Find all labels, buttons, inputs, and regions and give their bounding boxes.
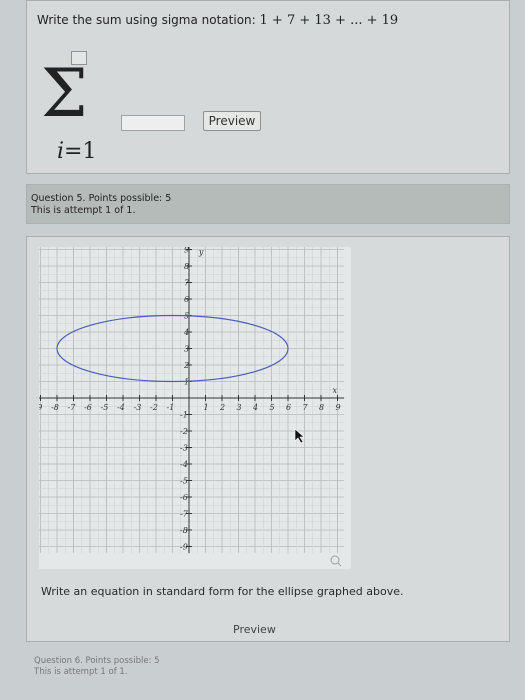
x-tick-label: 4 [252,403,258,412]
y-tick-label: 8 [184,262,189,271]
y-tick-label: 1 [184,378,189,387]
x-tick-label: 3 [237,403,242,412]
x-tick-label: -6 [84,403,92,412]
lower-limit: i=1 [57,139,96,164]
x-tick-label: 8 [319,403,324,412]
lower-equals: =1 [64,139,97,164]
x-tick-label: -3 [134,403,142,412]
y-tick-label: 9 [184,247,189,255]
x-tick-label: 1 [204,403,209,412]
x-tick-label: 9 [336,403,341,412]
ellipse-graph[interactable]: -9-8-7-6-5-4-3-2-1123456789987654321-1-2… [39,247,351,569]
y-tick-label: -8 [180,526,188,535]
y-tick-label: -9 [180,543,188,552]
x-tick-label: -8 [51,403,59,412]
y-axis-label: y [198,247,204,256]
question-5-prompt: Write an equation in standard form for t… [41,585,404,598]
sigma-icon: Σ [41,55,88,132]
y-tick-label: 2 [183,361,189,370]
attempt-info: This is attempt 1 of 1. [31,205,136,216]
x-tick-label: 6 [286,403,291,412]
lower-index: i [57,139,65,164]
y-tick-label: -7 [180,510,189,519]
x-tick-label: -5 [101,403,109,412]
preview-button[interactable]: Preview [233,623,276,636]
mouse-cursor-icon [294,428,305,444]
y-tick-label: -1 [180,411,188,420]
y-tick-label: -5 [180,477,188,486]
y-tick-label: 4 [183,328,189,337]
x-tick-label: 2 [219,403,225,412]
x-tick-label: -7 [68,403,77,412]
series-expression: 1 + 7 + 13 + ... + 19 [259,13,399,28]
y-tick-label: 3 [184,345,189,354]
attempt-info: This is attempt 1 of 1. [34,667,128,677]
x-tick-label: -1 [167,403,175,412]
question-5-panel: -9-8-7-6-5-4-3-2-1123456789987654321-1-2… [26,236,510,642]
x-tick-label: -4 [117,403,125,412]
question-6-status: Question 6. Points possible: 5 This is a… [34,656,160,678]
question-4-panel: Write the sum using sigma notation: 1 + … [26,0,510,174]
y-tick-label: -3 [180,444,188,453]
y-tick-label: -6 [180,493,188,502]
x-tick-label: -2 [150,403,158,412]
prompt-text: Write the sum using sigma notation: [37,13,260,27]
y-tick-label: -4 [180,460,188,469]
x-tick-label: 5 [270,403,275,412]
question-4-prompt: Write the sum using sigma notation: 1 + … [37,13,398,28]
x-axis-label: x [333,386,338,395]
points-possible: Question 6. Points possible: 5 [34,656,160,666]
y-tick-label: 6 [184,295,189,304]
x-tick-label: -9 [39,403,42,412]
question-5-status: Question 5. Points possible: 5 This is a… [26,184,510,224]
preview-button[interactable]: Preview [203,111,261,131]
summand-input[interactable] [121,115,185,131]
points-possible: Question 5. Points possible: 5 [31,193,172,204]
y-tick-label: -2 [180,427,188,436]
